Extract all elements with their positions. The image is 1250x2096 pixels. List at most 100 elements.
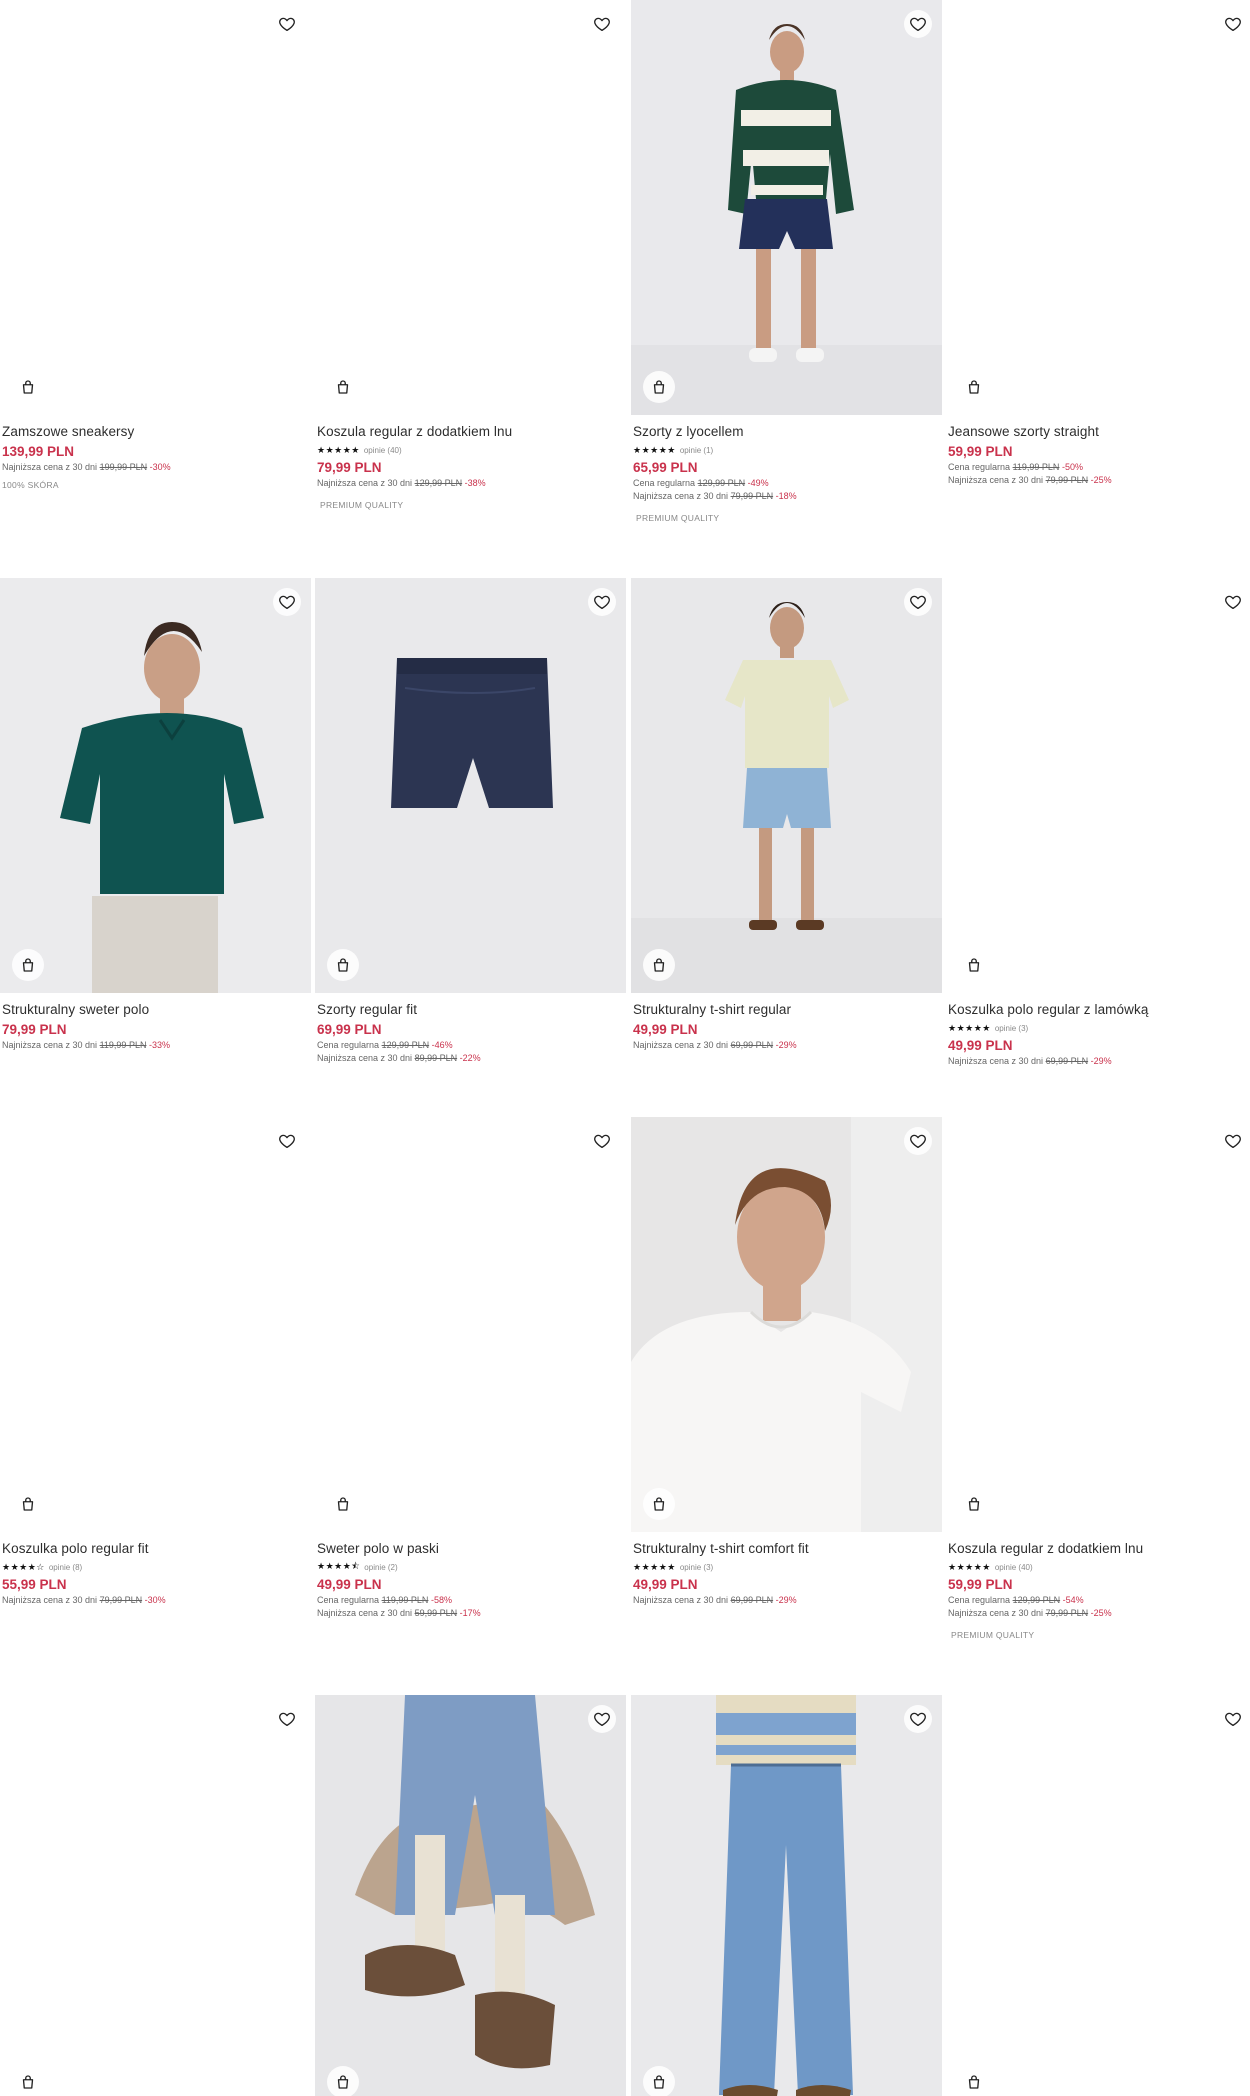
- model-in-striped-knit-and-jeans-image: [631, 1695, 942, 2096]
- rating-stars: ★★★★☆: [2, 1561, 45, 1572]
- reviews-link[interactable]: opinie (2): [364, 1563, 397, 1572]
- product-image[interactable]: [315, 578, 626, 993]
- shopping-bag-icon[interactable]: [12, 2066, 44, 2096]
- shopping-bag-icon[interactable]: [643, 371, 675, 403]
- product-name[interactable]: Zamszowe sneakersy: [2, 423, 311, 441]
- product-card[interactable]: Zamszowe sneakersy 139,99 PLN Najniższa …: [0, 0, 311, 490]
- heart-icon[interactable]: [273, 1705, 301, 1733]
- product-price: 49,99 PLN: [317, 1577, 382, 1592]
- product-name[interactable]: Jeansowe szorty straight: [948, 423, 1250, 441]
- heart-icon[interactable]: [273, 1127, 301, 1155]
- product-price: 59,99 PLN: [948, 1577, 1013, 1592]
- heart-icon[interactable]: [588, 10, 616, 38]
- price-history: Najniższa cena z 30 dni 69,99 PLN -29%: [633, 1595, 797, 1605]
- product-image[interactable]: [946, 0, 1250, 415]
- heart-icon[interactable]: [1219, 1705, 1247, 1733]
- shopping-bag-icon[interactable]: [12, 949, 44, 981]
- premium-quality-badge: PREMIUM QUALITY: [636, 513, 720, 523]
- shopping-bag-icon[interactable]: [958, 371, 990, 403]
- product-name[interactable]: Koszulka polo regular z lamówką: [948, 1001, 1250, 1019]
- shopping-bag-icon[interactable]: [958, 949, 990, 981]
- product-image[interactable]: [315, 0, 626, 415]
- product-price: 55,99 PLN: [2, 1577, 67, 1592]
- heart-icon[interactable]: [904, 1127, 932, 1155]
- product-image[interactable]: [315, 1117, 626, 1532]
- product-image[interactable]: [0, 1117, 311, 1532]
- rating: ★★★★★ opinie (40): [317, 443, 626, 457]
- shopping-bag-icon[interactable]: [643, 2066, 675, 2096]
- product-name[interactable]: Strukturalny t-shirt comfort fit: [633, 1540, 942, 1558]
- product-card[interactable]: Koszula regular z dodatkiem lnu ★★★★★ opi…: [315, 0, 626, 510]
- product-name[interactable]: Strukturalny t-shirt regular: [633, 1001, 942, 1019]
- product-image[interactable]: [631, 0, 942, 415]
- product-name[interactable]: Szorty regular fit: [317, 1001, 626, 1019]
- product-image[interactable]: [631, 1695, 942, 2096]
- reviews-link[interactable]: opinie (3): [995, 1024, 1028, 1033]
- heart-icon[interactable]: [273, 588, 301, 616]
- product-card[interactable]: [315, 1695, 626, 2096]
- premium-quality-badge: PREMIUM QUALITY: [951, 1630, 1035, 1640]
- product-card[interactable]: Szorty regular fit 69,99 PLN Cena regula…: [315, 578, 626, 1065]
- product-name[interactable]: Koszulka polo regular fit: [2, 1540, 311, 1558]
- heart-icon[interactable]: [1219, 588, 1247, 616]
- shopping-bag-icon[interactable]: [958, 1488, 990, 1520]
- heart-icon[interactable]: [588, 588, 616, 616]
- product-card[interactable]: Koszula regular z dodatkiem lnu ★★★★★ opi…: [946, 1117, 1250, 1640]
- material-tag: 100% SKÓRA: [2, 480, 59, 490]
- shopping-bag-icon[interactable]: [327, 949, 359, 981]
- rating-stars: ★★★★★: [948, 1022, 991, 1033]
- product-card[interactable]: [631, 1695, 942, 2096]
- product-image[interactable]: [946, 1117, 1250, 1532]
- shopping-bag-icon[interactable]: [12, 371, 44, 403]
- heart-icon[interactable]: [904, 588, 932, 616]
- product-price: 69,99 PLN: [317, 1022, 382, 1037]
- shopping-bag-icon[interactable]: [643, 1488, 675, 1520]
- reviews-link[interactable]: opinie (8): [49, 1563, 82, 1572]
- product-image[interactable]: [0, 1695, 311, 2096]
- rating-stars: ★★★★⯪: [317, 1561, 361, 1571]
- product-image[interactable]: [0, 578, 311, 993]
- shopping-bag-icon[interactable]: [958, 2066, 990, 2096]
- product-image[interactable]: [946, 578, 1250, 993]
- reviews-link[interactable]: opinie (40): [995, 1563, 1033, 1572]
- product-name[interactable]: Szorty z lyocellem: [633, 423, 942, 441]
- heart-icon[interactable]: [273, 10, 301, 38]
- product-image[interactable]: [631, 578, 942, 993]
- product-card[interactable]: Koszulka polo regular fit ★★★★☆ opinie (8…: [0, 1117, 311, 1607]
- reviews-link[interactable]: opinie (1): [680, 446, 713, 455]
- product-card[interactable]: Koszulka polo regular z lamówką ★★★★★ opi…: [946, 578, 1250, 1068]
- heart-icon[interactable]: [904, 10, 932, 38]
- product-card[interactable]: Strukturalny t-shirt regular 49,99 PLN N…: [631, 578, 942, 1052]
- heart-icon[interactable]: [1219, 1127, 1247, 1155]
- product-price: 49,99 PLN: [633, 1022, 698, 1037]
- heart-icon[interactable]: [588, 1127, 616, 1155]
- shopping-bag-icon[interactable]: [327, 371, 359, 403]
- shopping-bag-icon[interactable]: [12, 1488, 44, 1520]
- product-image[interactable]: [946, 1695, 1250, 2096]
- product-card[interactable]: Jeansowe szorty straight 59,99 PLN Cena …: [946, 0, 1250, 487]
- product-card[interactable]: [0, 1695, 311, 2096]
- product-card[interactable]: [946, 1695, 1250, 2096]
- product-image[interactable]: [631, 1117, 942, 1532]
- product-card[interactable]: Strukturalny sweter polo 79,99 PLN Najni…: [0, 578, 311, 1052]
- reviews-link[interactable]: opinie (40): [364, 446, 402, 455]
- product-name[interactable]: Koszula regular z dodatkiem lnu: [948, 1540, 1250, 1558]
- reviews-link[interactable]: opinie (3): [680, 1563, 713, 1572]
- shopping-bag-icon[interactable]: [643, 949, 675, 981]
- product-name[interactable]: Koszula regular z dodatkiem lnu: [317, 423, 626, 441]
- product-name[interactable]: Sweter polo w paski: [317, 1540, 626, 1558]
- rating: ★★★★★ opinie (3): [948, 1021, 1250, 1035]
- product-name[interactable]: Strukturalny sweter polo: [2, 1001, 311, 1019]
- heart-icon[interactable]: [1219, 10, 1247, 38]
- shopping-bag-icon[interactable]: [327, 1488, 359, 1520]
- heart-icon[interactable]: [588, 1705, 616, 1733]
- product-card[interactable]: Sweter polo w paski ★★★★⯪ opinie (2) 49,9…: [315, 1117, 626, 1620]
- model-in-white-tshirt-image: [631, 1117, 942, 1532]
- product-image[interactable]: [0, 0, 311, 415]
- product-image[interactable]: [315, 1695, 626, 2096]
- product-card[interactable]: Szorty z lyocellem ★★★★★ opinie (1) 65,99…: [631, 0, 942, 523]
- product-card[interactable]: Strukturalny t-shirt comfort fit ★★★★★ op…: [631, 1117, 942, 1607]
- shopping-bag-icon[interactable]: [327, 2066, 359, 2096]
- heart-icon[interactable]: [904, 1705, 932, 1733]
- rating: ★★★★★ opinie (1): [633, 443, 942, 457]
